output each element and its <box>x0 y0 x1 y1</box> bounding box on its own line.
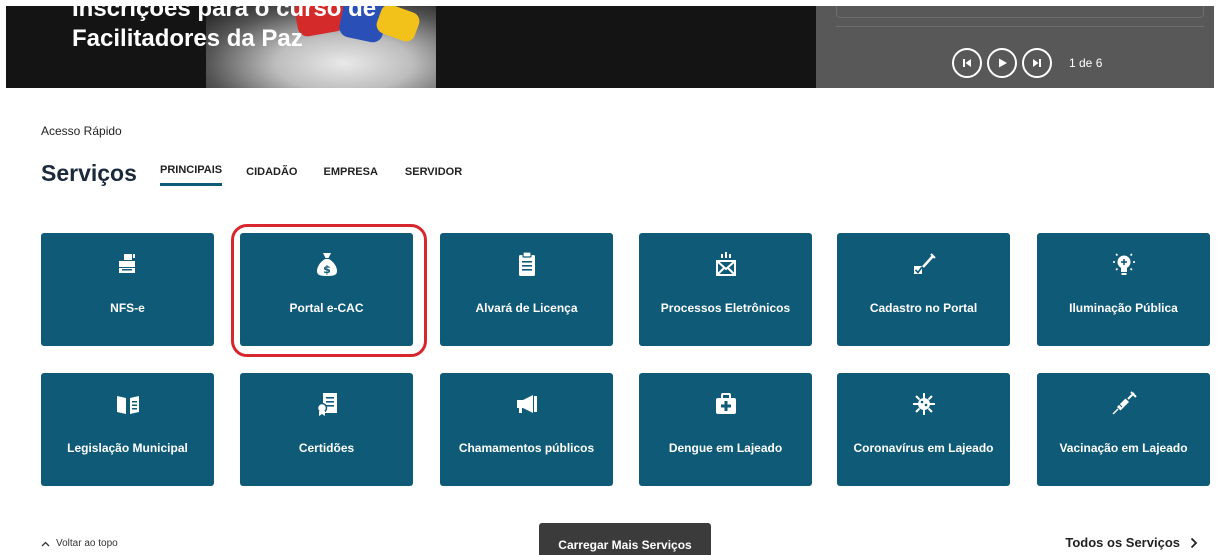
service-card-alvara[interactable]: Alvará de Licença <box>440 233 613 346</box>
service-card-label: Coronavírus em Lajeado <box>853 441 994 455</box>
carousel-controls: 1 de 6 <box>952 48 1102 78</box>
service-card-label: Cadastro no Portal <box>869 301 978 315</box>
service-card-certidoes[interactable]: Certidões <box>240 373 413 486</box>
tab-empresa[interactable]: EMPRESA <box>323 166 377 186</box>
service-card-processos[interactable]: Processos Eletrônicos <box>639 233 812 346</box>
all-services-label: Todos os Serviços <box>1065 535 1180 550</box>
certificate-icon <box>240 391 413 417</box>
hero-title[interactable]: Inscrições para o curso de Facilitadores… <box>72 6 492 54</box>
service-tabs: PRINCIPAIS CIDADÃO EMPRESA SERVIDOR <box>160 164 492 186</box>
pen-checkbox-icon <box>837 251 1010 277</box>
services-title: Serviços <box>41 160 137 186</box>
previous-slide-button[interactable] <box>952 48 982 78</box>
service-card-label: Alvará de Licença <box>475 301 578 315</box>
play-icon <box>999 58 1007 68</box>
back-to-top-link[interactable]: Voltar ao topo <box>41 538 118 549</box>
clipboard-icon <box>440 251 613 277</box>
chevron-up-icon <box>41 541 50 546</box>
slide-counter: 1 de 6 <box>1069 56 1103 70</box>
service-card-label: Chamamentos públicos <box>458 441 595 455</box>
service-card-label: Iluminação Pública <box>1069 301 1178 315</box>
tab-principais[interactable]: PRINCIPAIS <box>160 164 223 186</box>
open-book-icon <box>41 391 214 417</box>
play-button[interactable] <box>987 48 1017 78</box>
service-card-label: NFS-e <box>110 301 145 315</box>
service-card-label: Dengue em Lajeado <box>668 441 783 455</box>
envelope-icon <box>639 251 812 277</box>
tab-cidadao[interactable]: CIDADÃO <box>246 166 297 186</box>
skip-next-icon <box>1033 59 1041 67</box>
tab-servidor[interactable]: SERVIDOR <box>405 166 462 186</box>
chevron-right-icon <box>1190 537 1198 548</box>
service-card-iluminacao[interactable]: Iluminação Pública <box>1037 233 1210 346</box>
hero-title-line1: Inscrições para o curso de <box>72 6 377 22</box>
service-card-legislacao[interactable]: Legislação Municipal <box>41 373 214 486</box>
medkit-icon <box>639 391 812 417</box>
service-card-label: Portal e-CAC <box>289 301 364 315</box>
all-services-link[interactable]: Todos os Serviços <box>1065 535 1198 550</box>
carousel-panel: 1 de 6 <box>816 6 1214 88</box>
service-card-label: Processos Eletrônicos <box>660 301 791 315</box>
megaphone-icon <box>440 391 613 417</box>
carousel-slot <box>836 6 1204 18</box>
money-bag-icon: $ <box>240 251 413 277</box>
next-slide-button[interactable] <box>1022 48 1052 78</box>
syringe-icon <box>1037 391 1210 417</box>
service-card-dengue[interactable]: Dengue em Lajeado <box>639 373 812 486</box>
service-card-chamamentos[interactable]: Chamamentos públicos <box>440 373 613 486</box>
virus-icon <box>837 391 1010 417</box>
service-card-label: Legislação Municipal <box>67 441 188 455</box>
service-card-coronavirus[interactable]: Coronavírus em Lajeado <box>837 373 1010 486</box>
service-card-nfse[interactable]: NFS-e <box>41 233 214 346</box>
svg-text:$: $ <box>323 263 331 276</box>
service-card-cadastro[interactable]: Cadastro no Portal <box>837 233 1010 346</box>
printer-icon <box>41 251 214 277</box>
hero-title-line2: Facilitadores da Paz <box>72 25 303 52</box>
hero-banner[interactable]: Inscrições para o curso de Facilitadores… <box>6 6 1214 88</box>
skip-previous-icon <box>963 59 971 67</box>
lightbulb-icon <box>1037 251 1210 277</box>
load-more-label: Carregar Mais Serviços <box>558 538 692 552</box>
service-card-vacinacao[interactable]: Vacinação em Lajeado <box>1037 373 1210 486</box>
back-to-top-label: Voltar ao topo <box>56 538 118 549</box>
quick-access-label: Acesso Rápido <box>41 124 122 138</box>
service-card-label: Vacinação em Lajeado <box>1059 441 1188 455</box>
service-card-label: Certidões <box>298 441 355 455</box>
service-card-portal-ecac[interactable]: $ Portal e-CAC <box>240 233 413 346</box>
load-more-services-button[interactable]: Carregar Mais Serviços <box>539 523 711 555</box>
